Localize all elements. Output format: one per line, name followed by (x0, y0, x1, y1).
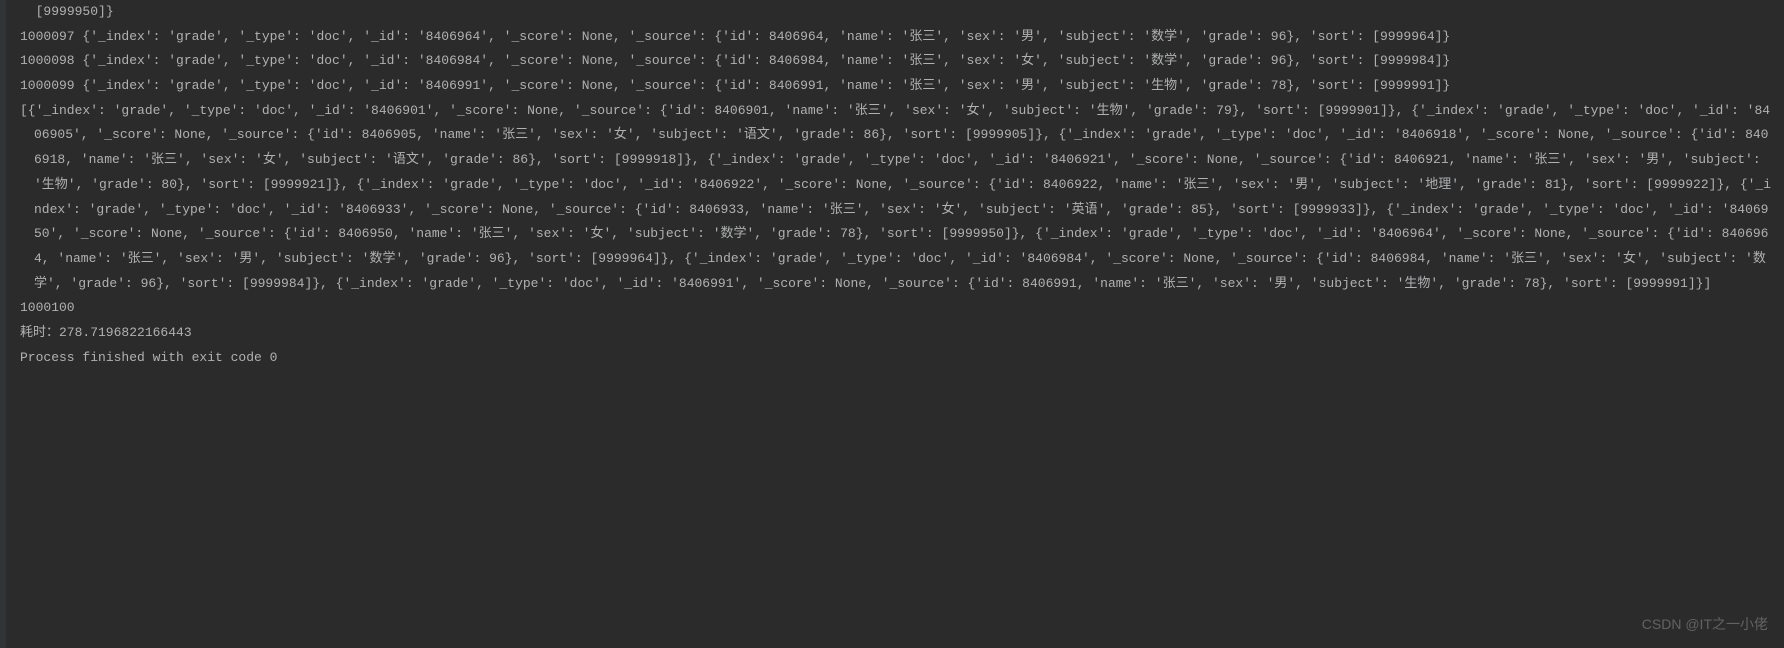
console-line: 耗时：278.7196822166443 (20, 321, 1776, 346)
console-line: [{'_index': 'grade', '_type': 'doc', '_i… (20, 99, 1776, 297)
console-line: 1000100 (20, 296, 1776, 321)
watermark-text: CSDN @IT之一小佬 (1642, 611, 1768, 638)
console-line: Process finished with exit code 0 (20, 346, 1776, 371)
editor-gutter (0, 0, 6, 648)
console-line: 1000099 {'_index': 'grade', '_type': 'do… (20, 74, 1776, 99)
console-line: [9999950]} (20, 0, 1776, 25)
console-output[interactable]: [9999950]} 1000097 {'_index': 'grade', '… (0, 0, 1784, 378)
console-line: 1000097 {'_index': 'grade', '_type': 'do… (20, 25, 1776, 50)
console-line: 1000098 {'_index': 'grade', '_type': 'do… (20, 49, 1776, 74)
